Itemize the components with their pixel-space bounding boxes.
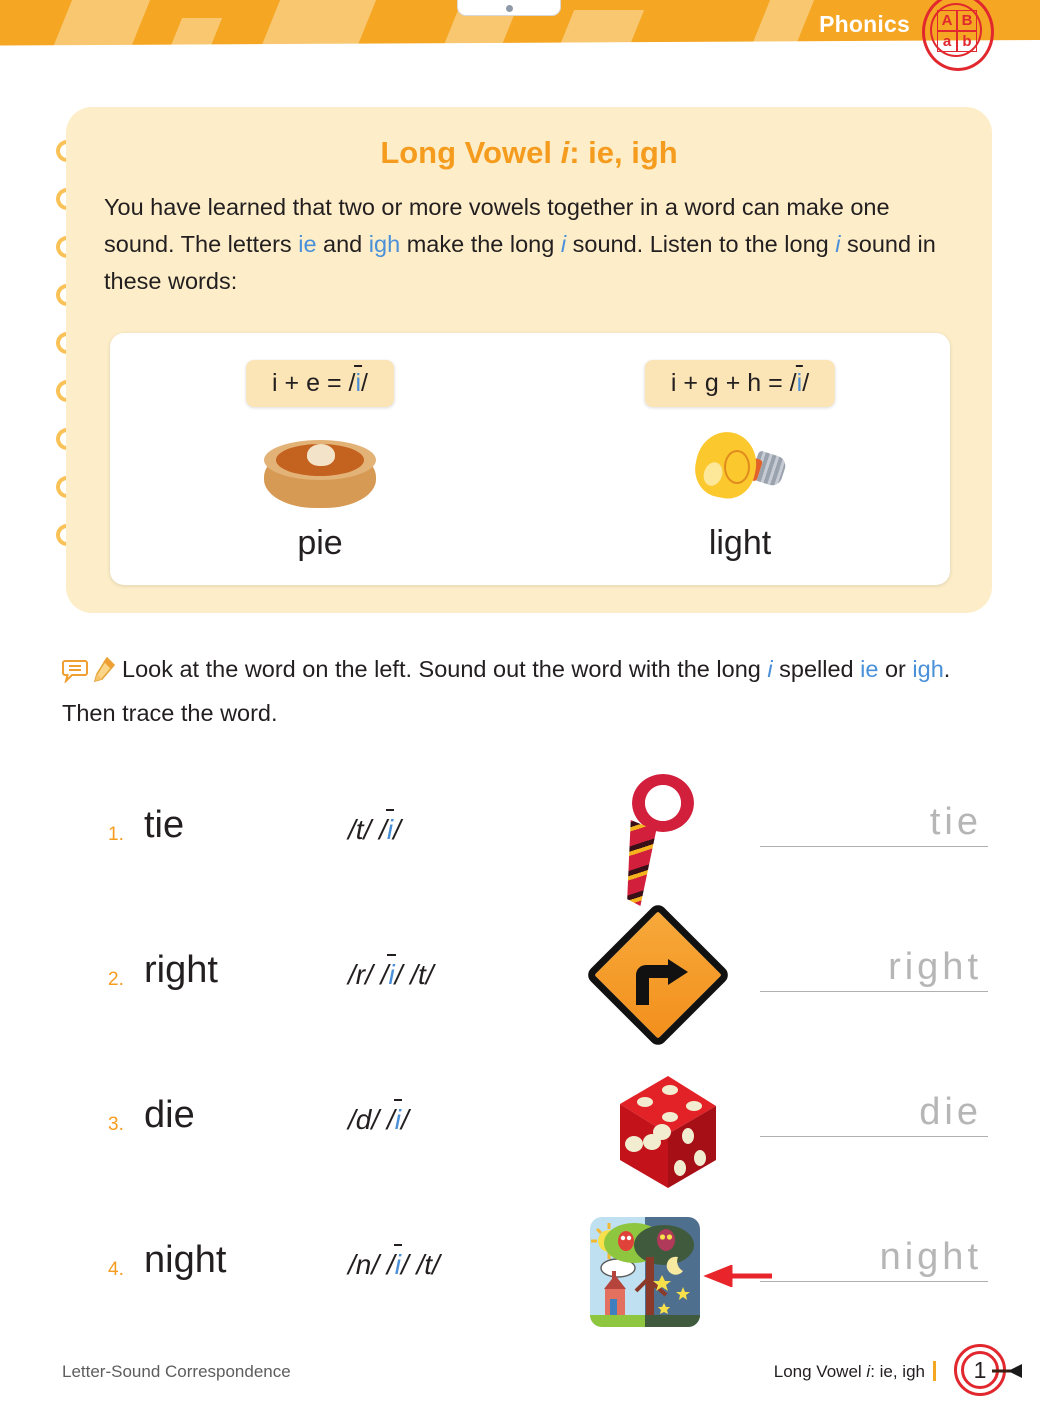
row-phonemes: /r/ /i/ /t/ xyxy=(348,953,434,991)
trace-writing-line xyxy=(760,1136,988,1137)
body-part-2: and xyxy=(316,231,369,257)
trace-word-guide: die xyxy=(919,1091,982,1133)
example-word-pie: pie xyxy=(297,524,343,562)
trace-word-guide: right xyxy=(888,946,982,988)
exercise-row: 2. right /r/ /i/ /t/ right xyxy=(0,901,1040,1060)
row-number: 2. xyxy=(108,969,124,990)
lesson-title: Long Vowel i: ie, igh xyxy=(66,135,992,171)
instruction-text: Look at the word on the left. Sound out … xyxy=(62,650,992,732)
footer-lesson-prefix: Long Vowel xyxy=(773,1362,867,1381)
phonemes-vowel: i xyxy=(385,808,395,845)
example-column-light: i + g + h = /i/ light xyxy=(530,333,950,585)
speech-bubble-icon xyxy=(62,656,88,694)
phonemes-pre: /r/ / xyxy=(348,959,389,990)
row-phonemes: /t/ /i/ xyxy=(348,808,401,846)
body-highlight-igh: igh xyxy=(368,231,401,257)
dart-icon xyxy=(992,1364,1022,1378)
row-number: 3. xyxy=(108,1114,124,1135)
body-part-3: make the long xyxy=(400,231,561,257)
phonemes-post: / /t/ xyxy=(400,1249,440,1280)
necktie-icon xyxy=(590,770,750,910)
formula-pill-ie: i + e = /i/ xyxy=(246,360,394,407)
lesson-body-text: You have learned that two or more vowels… xyxy=(104,189,960,300)
trace-writing-line xyxy=(760,991,988,992)
trace-area[interactable]: right xyxy=(760,943,988,992)
phonemes-pre: /d/ / xyxy=(348,1104,395,1135)
footer-lesson-label: Long Vowel i: ie, igh xyxy=(774,1361,936,1382)
abab-logo-badge: A B a b xyxy=(922,0,994,71)
row-phonemes: /n/ /i/ /t/ xyxy=(348,1243,440,1281)
row-target-word: die xyxy=(144,1094,195,1136)
instruction-part-1: Look at the word on the left. Sound out … xyxy=(122,656,768,682)
lesson-title-prefix: Long Vowel xyxy=(380,135,561,170)
exercise-row: 3. die /d/ /i/ die xyxy=(0,1060,1040,1205)
body-highlight-ie: ie xyxy=(298,231,317,257)
trace-writing-line xyxy=(760,1281,988,1282)
trace-area[interactable]: tie xyxy=(760,798,988,847)
instruction-part-3: or xyxy=(878,656,913,682)
instruction-highlight-igh: igh xyxy=(912,656,944,682)
phonemes-vowel: i xyxy=(393,1243,403,1280)
phonemes-post: / xyxy=(393,814,401,845)
row-target-word: right xyxy=(144,949,218,991)
example-words-box: i + e = /i/ pie i + g + h = /i/ light xyxy=(110,333,950,585)
lightbulb-icon xyxy=(680,426,800,510)
trace-area[interactable]: die xyxy=(760,1088,988,1137)
phonemes-post: / /t/ xyxy=(394,959,434,990)
trace-writing-line xyxy=(760,846,988,847)
phonemes-vowel: i xyxy=(387,953,396,990)
footer-divider-bar xyxy=(933,1361,936,1381)
formula-igh-vowel: i xyxy=(795,364,803,397)
trace-word-guide: night xyxy=(879,1236,982,1278)
dice-icon xyxy=(590,1060,750,1200)
phonemes-pre: /t/ / xyxy=(348,814,387,845)
phonemes-vowel: i xyxy=(393,1098,403,1135)
footer-skill-label: Letter-Sound Correspondence xyxy=(62,1362,291,1381)
example-column-pie: i + e = /i/ pie xyxy=(110,333,530,585)
exercise-list: 1. tie /t/ /i/ tie 2. right /r/ /i/ /t/ xyxy=(0,770,1040,1350)
exercise-row: 1. tie /t/ /i/ tie xyxy=(0,770,1040,915)
badge-letter-B: B xyxy=(957,10,977,31)
right-turn-sign-icon xyxy=(584,901,750,1055)
night-scene-icon xyxy=(590,1205,772,1345)
row-number: 1. xyxy=(108,824,124,845)
badge-letter-b: b xyxy=(957,31,977,52)
lesson-title-suffix: : ie, igh xyxy=(569,135,678,170)
lesson-title-vowel: i xyxy=(560,135,570,170)
phonemes-pre: /n/ / xyxy=(348,1249,395,1280)
subject-label: Phonics xyxy=(819,11,910,37)
instruction-part-2: spelled xyxy=(772,656,861,682)
phonemes-post: / xyxy=(400,1104,409,1135)
tab-handle-dot xyxy=(506,5,513,12)
page-number-badge: 1 xyxy=(948,1342,1022,1398)
trace-word-guide: tie xyxy=(929,801,982,843)
formula-igh-text: i + g + h = / xyxy=(670,369,797,397)
pie-icon xyxy=(260,428,380,510)
formula-ie-text: i + e = / xyxy=(272,369,356,397)
trace-area[interactable]: night xyxy=(760,1233,988,1282)
exercise-row: 4. night /n/ /i/ /t/ night xyxy=(0,1205,1040,1350)
formula-pill-igh: i + g + h = /i/ xyxy=(644,360,836,407)
body-part-4: sound. Listen to the long xyxy=(566,231,836,257)
formula-igh-close: / xyxy=(802,369,810,397)
row-phonemes: /d/ /i/ xyxy=(348,1098,409,1136)
badge-letter-A: A xyxy=(937,10,957,31)
row-target-word: tie xyxy=(144,804,185,846)
example-word-light: light xyxy=(708,524,772,562)
badge-letter-a: a xyxy=(937,31,957,52)
pencil-icon xyxy=(93,656,117,694)
row-target-word: night xyxy=(144,1239,227,1281)
row-number: 4. xyxy=(108,1259,124,1280)
footer-lesson-suffix: : ie, igh xyxy=(870,1362,925,1381)
formula-ie-close: / xyxy=(361,369,368,397)
instruction-highlight-ie: ie xyxy=(860,656,879,682)
top-floating-tab[interactable] xyxy=(457,0,561,16)
formula-ie-vowel: i xyxy=(354,364,362,397)
